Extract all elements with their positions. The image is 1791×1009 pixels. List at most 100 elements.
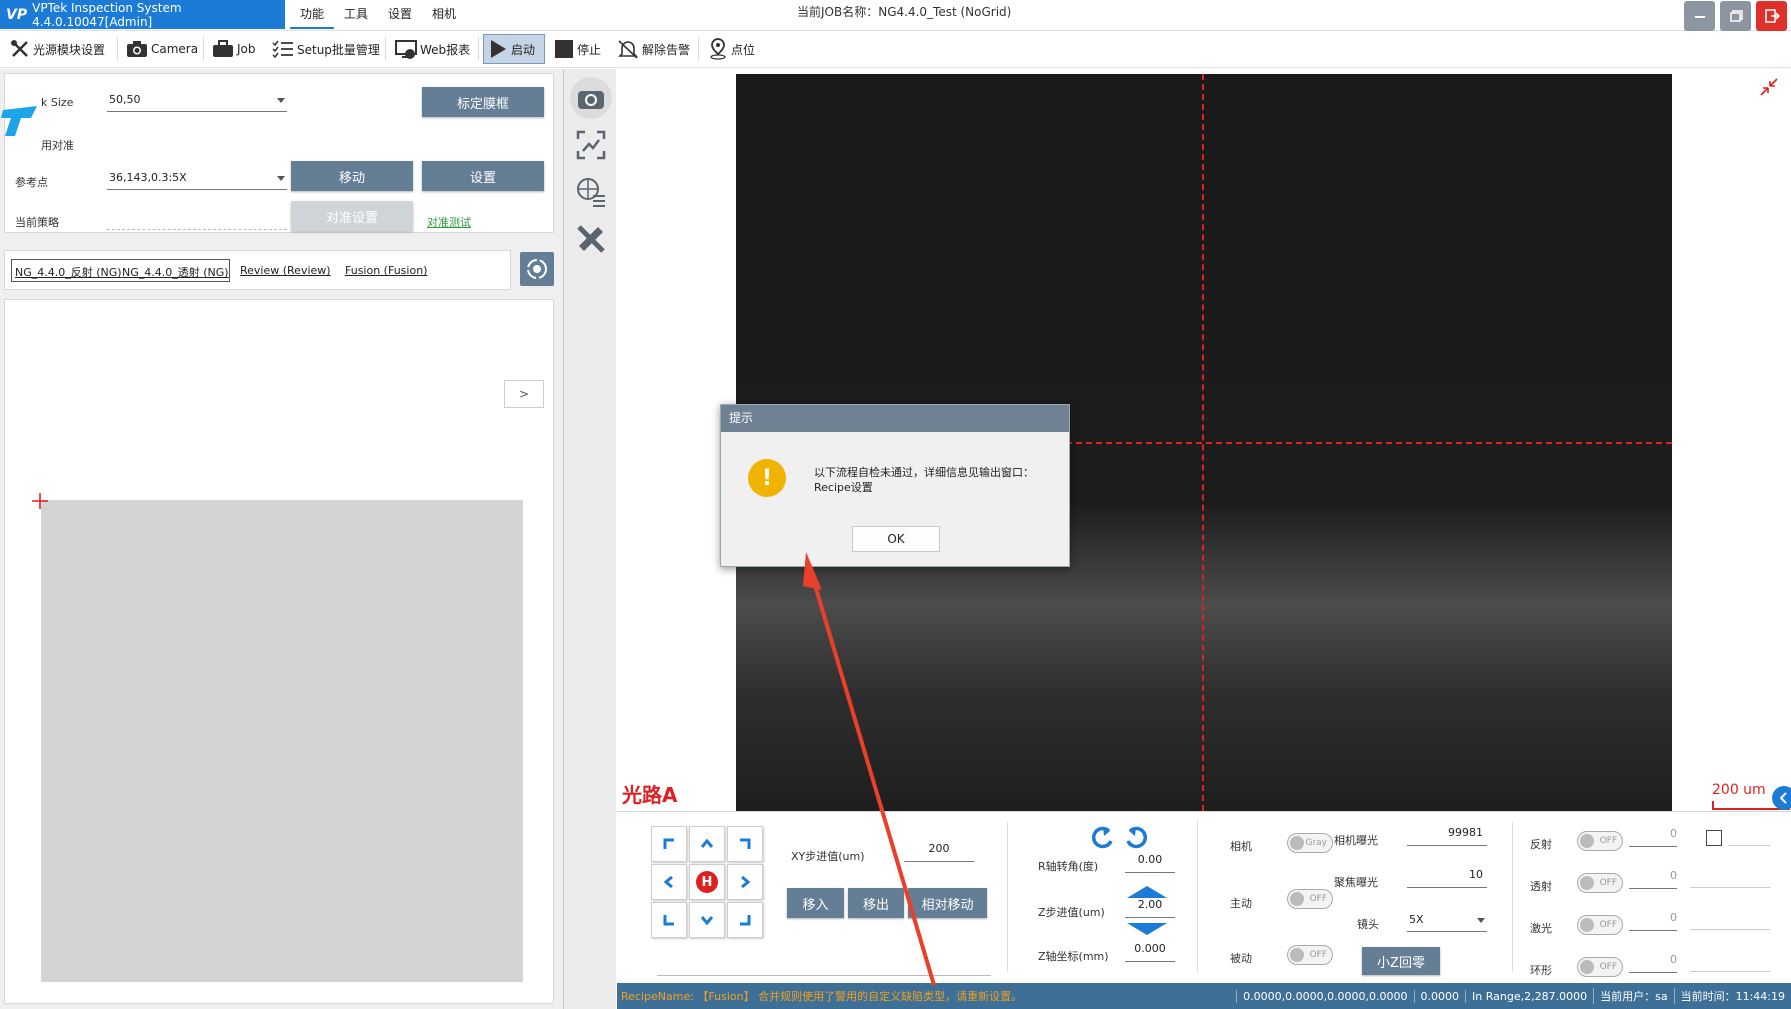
- light-module-button[interactable]: 光源模块设置: [6, 34, 109, 64]
- move-up-right-button[interactable]: [727, 826, 763, 862]
- move-down-right-button[interactable]: [727, 902, 763, 938]
- light-reflect-checkbox[interactable]: [1706, 830, 1722, 846]
- setup-batch-button[interactable]: Setup批量管理: [268, 34, 384, 64]
- light-laser-toggle[interactable]: OFF: [1577, 915, 1623, 935]
- refresh-settings-button[interactable]: [520, 252, 554, 286]
- active-toggle[interactable]: OFF: [1287, 889, 1333, 909]
- point-button[interactable]: 点位: [704, 34, 759, 64]
- map-list-button[interactable]: [570, 171, 612, 213]
- tab-fusion[interactable]: Fusion (Fusion): [345, 264, 427, 277]
- light-transmit-toggle[interactable]: OFF: [1577, 873, 1623, 893]
- menu-function[interactable]: 功能: [290, 0, 335, 29]
- restore-icon: [1729, 10, 1743, 22]
- ruler-button[interactable]: [570, 218, 612, 260]
- move-in-button[interactable]: 移入: [787, 888, 844, 918]
- chevron-left-icon: [1779, 792, 1787, 804]
- light-reflect-value[interactable]: 0: [1629, 827, 1677, 847]
- tab-review[interactable]: Review (Review): [240, 264, 331, 277]
- move-left-button[interactable]: [651, 864, 687, 900]
- light-laser-option[interactable]: [1690, 914, 1770, 930]
- move-right-button[interactable]: [727, 864, 763, 900]
- camera-mode-toggle[interactable]: Gray: [1287, 833, 1333, 853]
- toggle-text: Gray: [1305, 838, 1327, 848]
- toggle-text: OFF: [1599, 920, 1617, 930]
- ok-button[interactable]: OK: [852, 526, 940, 552]
- tab-ng-transmit[interactable]: NG_4.4.0_透射 (NG): [122, 264, 229, 280]
- toggle-text: OFF: [1309, 894, 1327, 904]
- collapse-arrows-icon[interactable]: [1759, 77, 1779, 97]
- menu-tools[interactable]: 工具: [334, 0, 378, 29]
- xy-step-input[interactable]: 200: [904, 842, 974, 862]
- light-transmit-option[interactable]: [1690, 872, 1770, 888]
- dialog-message-line1: 以下流程自检未通过，详细信息见输出窗口：: [814, 466, 1034, 479]
- app-title-block: VP VPTek Inspection System 4.4.0.10047[A…: [0, 0, 285, 29]
- light-reflect-toggle[interactable]: OFF: [1577, 831, 1623, 851]
- light-laser-value[interactable]: 0: [1629, 911, 1677, 931]
- set-button[interactable]: 设置: [422, 161, 544, 191]
- recipe-warning: RecipeName: 【Fusion】 合并规则使用了警用的自定义缺陷类型，请…: [621, 990, 1023, 1003]
- stage-control-panel: H XY步进值(um) 200 移入 移出 相对移动 R轴转角(度) 0.00 …: [617, 811, 1791, 983]
- start-button[interactable]: 启动: [483, 34, 545, 64]
- web-report-button[interactable]: Web报表: [391, 34, 474, 64]
- minimize-button[interactable]: [1684, 1, 1715, 31]
- light-transmit-value[interactable]: 0: [1629, 869, 1677, 889]
- toggle-knob: [1580, 918, 1594, 932]
- calibrate-frame-button[interactable]: 标定膜框: [422, 87, 544, 117]
- menu-camera[interactable]: 相机: [422, 0, 466, 29]
- z-step-input[interactable]: 2.00: [1125, 898, 1175, 918]
- focus-exposure-input[interactable]: 10: [1407, 868, 1487, 888]
- stop-button[interactable]: 停止: [550, 34, 605, 64]
- z-down-icon[interactable]: [1125, 922, 1169, 936]
- maximize-button[interactable]: [1720, 1, 1751, 31]
- light-reflect-option[interactable]: [1728, 830, 1770, 846]
- exit-icon: [1764, 9, 1780, 23]
- align-test-link[interactable]: 对准测试: [427, 214, 471, 230]
- move-down-button[interactable]: [689, 902, 725, 938]
- small-z-zero-button[interactable]: 小Z回零: [1362, 947, 1440, 975]
- close-button[interactable]: [1756, 1, 1787, 31]
- camera-mode-label: 相机: [1230, 840, 1252, 853]
- move-out-button[interactable]: 移出: [848, 888, 904, 918]
- mark-size-dropdown[interactable]: 50,50: [107, 90, 287, 112]
- toolbar-divider: [203, 37, 204, 61]
- home-button[interactable]: H: [689, 864, 725, 900]
- move-up-left-button[interactable]: [651, 826, 687, 862]
- light-reflect-label: 反射: [1530, 838, 1552, 851]
- toggle-text: OFF: [1599, 878, 1617, 888]
- tab-ng-reflect[interactable]: NG_4.4.0_反射 (NG): [15, 264, 122, 280]
- panel-toggle-button[interactable]: [1772, 786, 1791, 810]
- rotate-cw-icon[interactable]: [1124, 825, 1150, 851]
- z-coord-label: Z轴坐标(mm): [1038, 950, 1109, 963]
- light-ring-toggle[interactable]: OFF: [1577, 957, 1623, 977]
- move-up-button[interactable]: [689, 826, 725, 862]
- job-button[interactable]: Job: [208, 34, 260, 64]
- menu-settings[interactable]: 设置: [378, 0, 422, 29]
- strategy-field[interactable]: [107, 229, 287, 230]
- enable-align-label[interactable]: 用对准: [41, 137, 74, 153]
- expand-button[interactable]: >: [504, 380, 544, 408]
- align-settings-button[interactable]: 对准设置: [291, 201, 413, 231]
- passive-toggle[interactable]: OFF: [1287, 945, 1333, 965]
- image-measure-button[interactable]: [570, 124, 612, 166]
- exposure-input[interactable]: 99981: [1407, 826, 1487, 846]
- wafer-map-canvas[interactable]: [41, 500, 523, 982]
- ref-point-dropdown[interactable]: 36,143,0.3:5X: [107, 168, 287, 190]
- stop-icon: [555, 40, 573, 58]
- toggle-knob: [1290, 836, 1304, 850]
- light-ring-option[interactable]: [1690, 956, 1770, 972]
- r-angle-input[interactable]: 0.00: [1125, 853, 1175, 873]
- move-button[interactable]: 移动: [291, 161, 413, 191]
- relative-move-button[interactable]: 相对移动: [908, 888, 987, 918]
- rotate-ccw-icon[interactable]: [1089, 825, 1115, 851]
- toggle-knob: [1580, 876, 1594, 890]
- move-down-left-button[interactable]: [651, 902, 687, 938]
- z-up-icon[interactable]: [1125, 885, 1169, 899]
- camera-button[interactable]: Camera: [122, 34, 202, 64]
- divider: [1197, 822, 1198, 972]
- snapshot-button[interactable]: [570, 77, 612, 119]
- lens-dropdown[interactable]: 5X: [1407, 910, 1487, 932]
- z-coord-input[interactable]: 0.000: [1125, 942, 1175, 962]
- clear-alarm-button[interactable]: 解除告警: [613, 34, 694, 64]
- minimize-icon: [1694, 16, 1705, 18]
- light-ring-value[interactable]: 0: [1629, 953, 1677, 973]
